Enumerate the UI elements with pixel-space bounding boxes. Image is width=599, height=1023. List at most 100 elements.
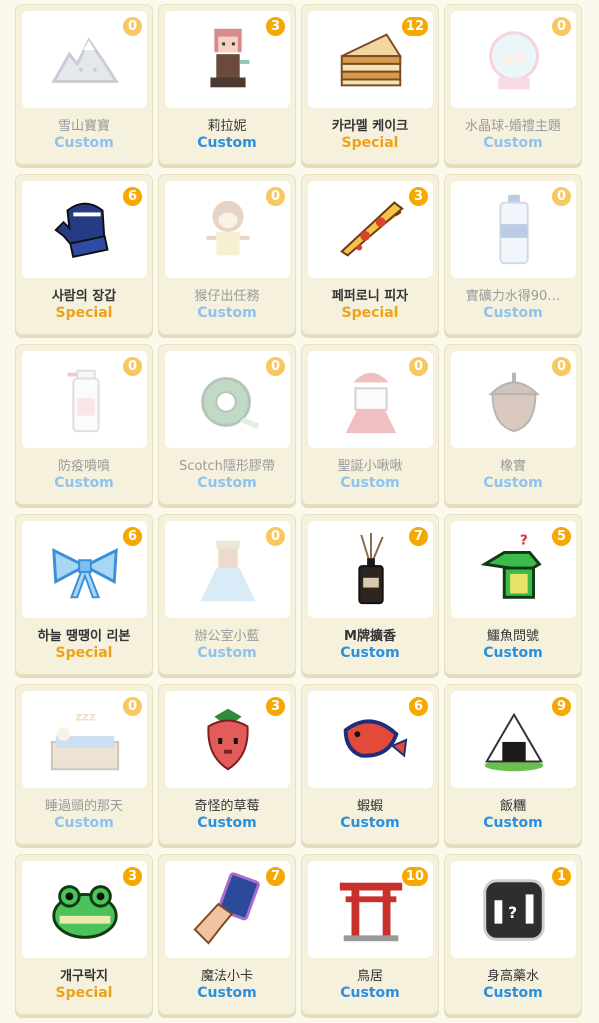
sticker-card[interactable]: 3 개구락지 Special [15,854,153,1015]
count-badge: 0 [550,15,573,38]
sticker-type-label: Custom [197,815,257,831]
count-badge: 6 [121,525,144,548]
count-badge: 0 [121,15,144,38]
svg-text:?: ? [519,532,527,548]
crocodile-icon: ? [480,532,542,599]
sticker-card[interactable]: 0 實礦力水得90… Custom [444,174,582,335]
sticker-name: 페퍼로니 피자 [331,289,409,304]
shrimp-icon [343,719,407,758]
sticker-card[interactable]: 0 橡實 Custom [444,344,582,505]
sticker-name: 水晶球-婚禮主題 [465,119,561,134]
lilani-character-icon [209,28,249,87]
count-badge: 5 [550,525,573,548]
sticker-card[interactable]: 0 猴仔出任務 Custom [158,174,296,335]
sticker-card[interactable]: 0 Scotch隱形膠帶 Custom [158,344,296,505]
sticker-type-label: Custom [54,135,114,151]
sticker-name: 사람의 장갑 [51,289,117,304]
count-badge: 0 [121,355,144,378]
count-badge: 3 [264,15,287,38]
sticker-card[interactable]: zzz 0 睡過頭的那天 Custom [15,684,153,845]
count-badge: 3 [407,185,430,208]
sticker-card[interactable]: 3 奇怪的草莓 Custom [158,684,296,845]
sticker-type-label: Special [341,305,399,321]
torii-gate-icon [339,882,402,941]
sticker-name: 蝦蝦 [356,799,383,814]
count-badge: 1 [550,865,573,888]
water-bottle-icon [498,194,529,264]
sticker-card[interactable]: 0 水晶球-婚禮主題 Custom [444,4,582,165]
sticker-card[interactable]: 6 하늘 땡땡이 리본 Special [15,514,153,675]
strawberry-icon [206,708,249,770]
pizza-icon [339,200,404,257]
sticker-card[interactable]: 6 蝦蝦 Custom [301,684,439,845]
count-badge: 6 [121,185,144,208]
sticker-name: 橡實 [499,459,526,474]
sticker-name: 辦公室小藍 [194,629,260,644]
sticker-name: 鳥居 [356,969,383,984]
sticker-type-label: Custom [483,815,543,831]
sticker-card[interactable]: 7 魔法小卡 Custom [158,854,296,1015]
sticker-name: 카라멜 케이크 [331,119,409,134]
sticker-name: 鱷魚問號 [486,629,539,644]
sticker-card[interactable]: 0 防疫噴噴 Custom [15,344,153,505]
sticker-card[interactable]: 12 카라멜 케이크 Special [301,4,439,165]
caramel-cake-icon [340,32,402,86]
sticker-card[interactable]: 7 M牌擴香 Custom [301,514,439,675]
sticker-type-label: Custom [340,645,400,661]
sticker-name: 睡過頭的那天 [44,799,123,814]
sticker-name: 개구락지 [60,969,108,984]
sticker-type-label: Custom [340,815,400,831]
count-badge: 3 [121,865,144,888]
sticker-type-label: Custom [197,985,257,1001]
sticker-card[interactable]: ? 5 鱷魚問號 Custom [444,514,582,675]
sticker-name: 防疫噴噴 [57,459,110,474]
count-badge: 12 [399,15,430,38]
sticker-type-label: Special [55,305,113,321]
sticker-name: 하늘 땡땡이 리본 [37,629,131,644]
sticker-type-label: Custom [483,985,543,1001]
sticker-name: 飯糰 [499,799,526,814]
magic-card-icon [192,871,260,945]
count-badge: 0 [264,525,287,548]
count-badge: 0 [550,355,573,378]
sticker-grid: 0 雪山寶寶 Custom 3 莉拉妮 Custom 12 카라멜 케이크 Sp… [15,4,582,1015]
sticker-type-label: Custom [197,135,257,151]
sticker-type-label: Custom [54,475,114,491]
sleeping-bed-icon: zzz [50,709,119,770]
sticker-name: 魔法小卡 [200,969,253,984]
count-badge: 0 [121,695,144,718]
sticker-card[interactable]: 3 莉拉妮 Custom [158,4,296,165]
sticker-card[interactable]: 0 雪山寶寶 Custom [15,4,153,165]
sticker-type-label: Custom [54,815,114,831]
sticker-card[interactable]: 9 飯糰 Custom [444,684,582,845]
count-badge: 3 [264,695,287,718]
blue-ribbon-icon [51,547,118,598]
sticker-card[interactable]: 10 鳥居 Custom [301,854,439,1015]
sticker-type-label: Custom [340,475,400,491]
sticker-type-label: Special [55,645,113,661]
sticker-card[interactable]: 6 사람의 장갑 Special [15,174,153,335]
sticker-name: 莉拉妮 [207,119,247,134]
sticker-type-label: Custom [197,645,257,661]
sticker-type-label: Custom [483,135,543,151]
sticker-card[interactable]: ? 1 身高藥水 Custom [444,854,582,1015]
sticker-card[interactable]: 0 辦公室小藍 Custom [158,514,296,675]
sticker-card[interactable]: 3 페퍼로니 피자 Special [301,174,439,335]
height-potion-icon: ? [482,878,545,941]
rice-ball-icon [484,712,543,771]
sticker-type-label: Custom [483,475,543,491]
sticker-type-label: Custom [483,305,543,321]
count-badge: 9 [550,695,573,718]
sticker-type-label: Custom [197,305,257,321]
snow-mountain-icon [50,37,119,83]
crystal-ball-icon [488,30,539,89]
count-badge: 0 [407,355,430,378]
count-badge: 0 [264,355,287,378]
count-badge: 7 [264,865,287,888]
sticker-card[interactable]: 0 聖誕小啾啾 Custom [301,344,439,505]
sticker-name: 實礦力水得90… [465,289,561,304]
count-badge: 7 [407,525,430,548]
spray-bottle-icon [66,369,100,432]
sticker-type-label: Custom [340,985,400,1001]
sticker-name: 雪山寶寶 [57,119,110,134]
